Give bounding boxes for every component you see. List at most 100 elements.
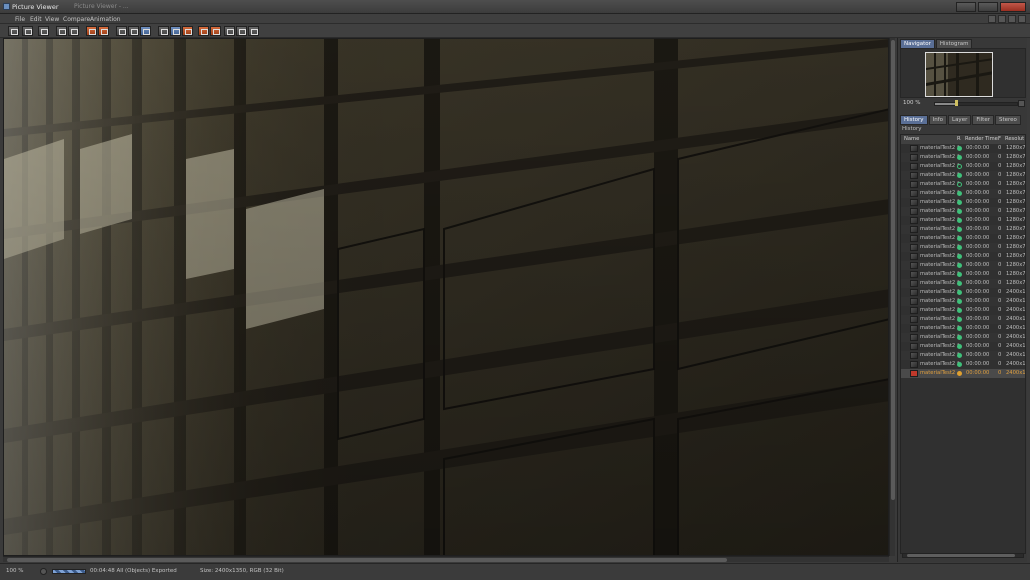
- viewport-horizontal-scrollbar[interactable]: [3, 556, 889, 562]
- split-icon[interactable]: [98, 26, 109, 36]
- maximize-button[interactable]: [978, 2, 998, 12]
- scrollbar-thumb[interactable]: [891, 40, 895, 500]
- zoom-out-icon[interactable]: [68, 26, 79, 36]
- window-title: Picture Viewer: [12, 3, 59, 11]
- zoom-plus-button[interactable]: [1018, 100, 1025, 107]
- history-thumbnail-icon: [910, 190, 918, 197]
- header-resolution[interactable]: Resolut: [1005, 136, 1024, 142]
- history-row[interactable]: materialTest2 * 00:00:00 0 2400x1: [901, 333, 1025, 342]
- history-thumbnail-icon: [910, 253, 918, 260]
- history-row-time: 00:00:00: [966, 163, 990, 169]
- panel-expand-icon[interactable]: [1018, 15, 1026, 23]
- history-row[interactable]: materialTest2 * 00:00:00 0 2400x1: [901, 288, 1025, 297]
- menu-view[interactable]: View: [45, 16, 59, 23]
- history-row[interactable]: materialTest2 * 00:00:00 0 2400x1: [901, 315, 1025, 324]
- history-row[interactable]: materialTest2 * 00:00:00 0 1280x7: [901, 279, 1026, 288]
- history-row-time: 00:00:00: [966, 154, 990, 160]
- zoom-slider-handle[interactable]: [955, 100, 958, 106]
- image-viewport[interactable]: [3, 38, 889, 556]
- header-f[interactable]: F: [998, 136, 1001, 142]
- viewport-vertical-scrollbar[interactable]: [889, 38, 895, 556]
- zoom-reset-button[interactable]: [40, 568, 47, 575]
- history-row[interactable]: materialTest2 * 00:00:00 0 1280x7: [901, 198, 1025, 207]
- history-row-name: materialTest2 *: [920, 226, 960, 232]
- history-row-resolution: 1280x7: [1006, 280, 1026, 286]
- history-row[interactable]: materialTest2 * 00:00:00 0 1280x7: [901, 243, 1026, 252]
- history-list[interactable]: Name R Render Time F Resolut materialTes…: [900, 134, 1026, 554]
- history-thumbnail-icon: [910, 280, 918, 287]
- history-row[interactable]: materialTest2 * 00:00:00 0 1280x7: [901, 189, 1025, 198]
- history-row-frame: 0: [998, 352, 1002, 358]
- history-row-resolution: 1280x7: [1006, 154, 1026, 160]
- history-row[interactable]: materialTest2 * 00:00:00 0 1280x7: [901, 261, 1025, 270]
- tab-info[interactable]: Info: [928, 115, 947, 125]
- tab-stereo[interactable]: Stereo: [994, 115, 1021, 125]
- history-row-name: materialTest2 *: [920, 181, 960, 187]
- lut-icon[interactable]: [182, 26, 193, 36]
- scrollbar-thumb[interactable]: [7, 558, 727, 562]
- history-row[interactable]: materialTest2 * 00:00:00 0 1280x7: [901, 162, 1026, 171]
- history-row[interactable]: materialTest2 * 00:00:00 0 1280x7: [901, 225, 1025, 234]
- open-icon[interactable]: [8, 26, 19, 36]
- lut-toggle-icon[interactable]: [248, 26, 259, 36]
- zoom-slider[interactable]: [934, 102, 1018, 106]
- history-row-name: materialTest2 *: [920, 316, 960, 322]
- history-row[interactable]: materialTest2 * 00:00:00 0 2400x1: [901, 342, 1025, 351]
- history-row[interactable]: materialTest2 * 00:00:00 0 1280x7: [901, 270, 1025, 279]
- close-button[interactable]: [1000, 2, 1026, 12]
- history-row[interactable]: materialTest2 * 00:00:00 0 1280x7: [901, 171, 1025, 180]
- history-row[interactable]: materialTest2 * 00:00:00 0 2400x1: [901, 351, 1025, 360]
- header-render-time[interactable]: Render Time: [965, 136, 998, 142]
- history-row[interactable]: materialTest2 * 00:00:00 0 2400x1: [901, 297, 1025, 306]
- menu-edit[interactable]: Edit: [30, 16, 42, 23]
- navigator-thumbnail[interactable]: [925, 52, 993, 97]
- channel-icon[interactable]: [140, 26, 151, 36]
- panel-restore-icon[interactable]: [988, 15, 996, 23]
- render-status-icon: [957, 245, 962, 250]
- history-row[interactable]: materialTest2 * 00:00:00 0 1280x7: [901, 234, 1025, 243]
- save-icon[interactable]: [22, 26, 33, 36]
- fullscreen-icon[interactable]: [236, 26, 247, 36]
- fit-icon[interactable]: [116, 26, 127, 36]
- menu-animation[interactable]: Animation: [90, 16, 121, 23]
- history-row[interactable]: materialTest2 * 00:00:00 0 1280x7: [901, 207, 1025, 216]
- history-row-resolution: 2400x1: [1006, 307, 1026, 313]
- tab-history[interactable]: History: [900, 115, 928, 125]
- history-row[interactable]: materialTest2 00:00:00 0 2400x1: [901, 369, 1025, 378]
- history-row-frame: 0: [998, 172, 1002, 178]
- zoom-in-icon[interactable]: [56, 26, 67, 36]
- minimize-button[interactable]: [956, 2, 976, 12]
- history-horizontal-scrollbar[interactable]: [902, 553, 1024, 558]
- render-status-icon: [957, 299, 962, 304]
- panel-lock-icon[interactable]: [998, 15, 1006, 23]
- history-row-resolution: 1280x7: [1006, 244, 1026, 250]
- history-row[interactable]: materialTest2 * 00:00:00 0 1280x7: [901, 216, 1025, 225]
- tab-layer[interactable]: Layer: [948, 115, 972, 125]
- history-row-resolution: 1280x7: [1006, 163, 1026, 169]
- menu-compare[interactable]: Compare: [63, 16, 90, 23]
- rgb-icon[interactable]: [170, 26, 181, 36]
- history-row[interactable]: materialTest2 * 00:00:00 0 2400x1: [901, 306, 1026, 315]
- history-thumbnail-icon: [910, 271, 918, 278]
- tab-filter[interactable]: Filter: [972, 115, 994, 125]
- panel-move-icon[interactable]: [1008, 15, 1016, 23]
- region-icon[interactable]: [128, 26, 139, 36]
- menu-bar: File Edit View Compare Animation: [0, 14, 1030, 24]
- history-row[interactable]: materialTest2 * 00:00:00 0 1280x7: [901, 252, 1025, 261]
- history-row[interactable]: materialTest2 * 00:00:00 0 2400x1: [901, 324, 1025, 333]
- scrollbar-thumb[interactable]: [907, 554, 1015, 557]
- alpha-icon[interactable]: [198, 26, 209, 36]
- header-r[interactable]: R: [957, 136, 961, 142]
- history-row[interactable]: materialTest2 * 00:00:00 0 1280x7: [901, 153, 1026, 162]
- history-row-name: materialTest2 *: [920, 361, 960, 367]
- stereo-icon[interactable]: [224, 26, 235, 36]
- export-icon[interactable]: [38, 26, 49, 36]
- history-row[interactable]: materialTest2 * 00:00:00 0 2400x1: [901, 360, 1025, 369]
- header-name[interactable]: Name: [904, 136, 919, 142]
- history-row[interactable]: materialTest2 * 00:00:00 0 1280x7: [901, 180, 1025, 189]
- ab-icon[interactable]: [210, 26, 221, 36]
- history-row[interactable]: materialTest2 * 00:00:00 0 1280x7: [901, 144, 1025, 153]
- display-icon[interactable]: [158, 26, 169, 36]
- menu-file[interactable]: File: [15, 16, 25, 23]
- ab-compare-icon[interactable]: [86, 26, 97, 36]
